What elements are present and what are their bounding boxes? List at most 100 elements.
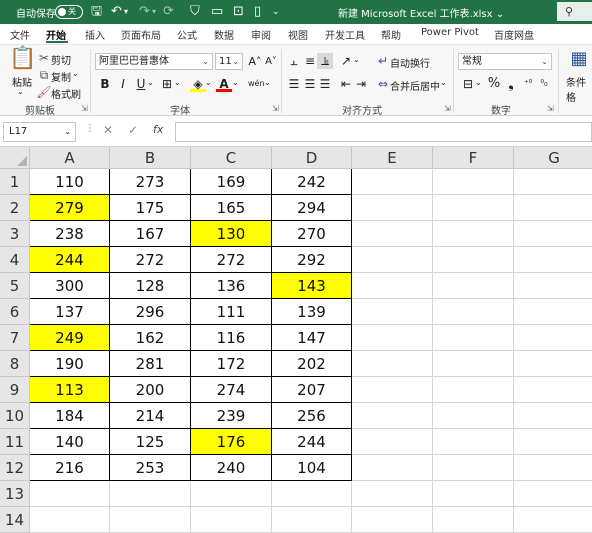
cell-e5[interactable] [352, 273, 433, 299]
cell-d5[interactable]: 143 [272, 273, 352, 299]
row-header-10[interactable]: 10 [0, 403, 30, 429]
cell-f10[interactable] [433, 403, 514, 429]
borders-icon[interactable]: ⊞ [159, 76, 175, 92]
cell-c11[interactable]: 176 [191, 429, 272, 455]
column-header-g[interactable]: G [514, 147, 592, 169]
align-center-icon[interactable]: ☰ [302, 76, 318, 92]
font-color-dropdown-icon[interactable]: ⌄ [232, 78, 239, 87]
cell-e8[interactable] [352, 351, 433, 377]
cell-a14[interactable] [30, 507, 110, 533]
font-color-icon[interactable]: A [216, 76, 232, 92]
cancel-icon[interactable]: ✕ [103, 123, 113, 137]
cell-g6[interactable] [514, 299, 592, 325]
cell-d10[interactable]: 256 [272, 403, 352, 429]
format-painter-icon[interactable]: 🖌 [36, 84, 52, 100]
cell-a3[interactable]: 238 [30, 221, 110, 247]
number-format-select[interactable]: 常规 ⌄ [458, 53, 552, 70]
increase-indent-icon[interactable]: ⇥ [353, 76, 369, 92]
cell-e9[interactable] [352, 377, 433, 403]
number-launcher-icon[interactable]: ⇲ [547, 104, 554, 113]
copy-dropdown-icon[interactable]: ⌄ [72, 69, 79, 78]
cell-e13[interactable] [352, 481, 433, 507]
cell-c10[interactable]: 239 [191, 403, 272, 429]
italic-button[interactable]: I [115, 76, 131, 92]
cell-d12[interactable]: 104 [272, 455, 352, 481]
cell-f6[interactable] [433, 299, 514, 325]
cell-c14[interactable] [191, 507, 272, 533]
merge-center-icon[interactable]: ⇔ [375, 76, 391, 92]
align-right-icon[interactable]: ☰ [317, 76, 333, 92]
bold-button[interactable]: B [97, 76, 113, 92]
alignment-launcher-icon[interactable]: ⇲ [444, 104, 451, 113]
cell-g14[interactable] [514, 507, 592, 533]
phonetic-icon[interactable]: wén [248, 76, 265, 92]
cell-d1[interactable]: 242 [272, 169, 352, 195]
redo-dropdown-icon[interactable]: ▾ [152, 3, 156, 21]
merge-dropdown-icon[interactable]: ⌄ [440, 78, 447, 87]
cell-b7[interactable]: 162 [110, 325, 191, 351]
wrap-text-button[interactable]: 自动换行 [390, 55, 430, 70]
cell-g3[interactable] [514, 221, 592, 247]
borders-dropdown-icon[interactable]: ⌄ [174, 78, 181, 87]
tab-help[interactable]: 帮助 [381, 27, 401, 42]
tab-developer[interactable]: 开发工具 [325, 27, 365, 42]
cell-c6[interactable]: 111 [191, 299, 272, 325]
cell-d6[interactable]: 139 [272, 299, 352, 325]
cell-d2[interactable]: 294 [272, 195, 352, 221]
page-icon[interactable]: ▯ [254, 3, 261, 21]
cell-f9[interactable] [433, 377, 514, 403]
cell-b13[interactable] [110, 481, 191, 507]
column-header-c[interactable]: C [191, 147, 272, 169]
align-top-icon[interactable]: ⫠ [286, 53, 302, 69]
cell-b14[interactable] [110, 507, 191, 533]
tab-baidu-netdisk[interactable]: 百度网盘 [494, 27, 534, 42]
row-header-1[interactable]: 1 [0, 169, 30, 195]
cell-a12[interactable]: 216 [30, 455, 110, 481]
cell-g7[interactable] [514, 325, 592, 351]
cell-b11[interactable]: 125 [110, 429, 191, 455]
underline-dropdown-icon[interactable]: ⌄ [147, 78, 154, 87]
cell-a4[interactable]: 244 [30, 247, 110, 273]
cut-button[interactable]: 剪切 [51, 52, 71, 67]
cell-f5[interactable] [433, 273, 514, 299]
orientation-icon[interactable]: ↗ [338, 53, 354, 69]
cell-a11[interactable]: 140 [30, 429, 110, 455]
cell-c7[interactable]: 116 [191, 325, 272, 351]
save-icon[interactable]: 🖫 [91, 3, 102, 21]
cell-b9[interactable]: 200 [110, 377, 191, 403]
cell-d9[interactable]: 207 [272, 377, 352, 403]
wrap-text-icon[interactable]: ↵ [375, 53, 391, 69]
cell-e2[interactable] [352, 195, 433, 221]
row-header-3[interactable]: 3 [0, 221, 30, 247]
cell-e7[interactable] [352, 325, 433, 351]
cell-g8[interactable] [514, 351, 592, 377]
column-header-b[interactable]: B [110, 147, 191, 169]
cell-e11[interactable] [352, 429, 433, 455]
cell-c13[interactable] [191, 481, 272, 507]
row-header-11[interactable]: 11 [0, 429, 30, 455]
cell-e4[interactable] [352, 247, 433, 273]
row-header-5[interactable]: 5 [0, 273, 30, 299]
cell-e14[interactable] [352, 507, 433, 533]
column-header-f[interactable]: F [433, 147, 514, 169]
align-middle-icon[interactable]: ≡ [302, 53, 318, 69]
cell-f14[interactable] [433, 507, 514, 533]
filter-icon[interactable]: ⛉ [190, 3, 200, 21]
select-all-button[interactable] [0, 147, 30, 169]
fill-color-icon[interactable]: ◈ [190, 76, 206, 92]
cell-d7[interactable]: 147 [272, 325, 352, 351]
cell-a10[interactable]: 184 [30, 403, 110, 429]
decrease-indent-icon[interactable]: ⇤ [338, 76, 354, 92]
cell-f2[interactable] [433, 195, 514, 221]
tab-review[interactable]: 审阅 [251, 27, 271, 42]
column-header-d[interactable]: D [272, 147, 352, 169]
repeat-icon[interactable]: ⟳ [163, 3, 174, 21]
font-size-select[interactable]: 11 ⌄ [215, 53, 243, 70]
cell-a7[interactable]: 249 [30, 325, 110, 351]
cell-b10[interactable]: 214 [110, 403, 191, 429]
tab-data[interactable]: 数据 [214, 27, 234, 42]
tab-insert[interactable]: 插入 [85, 27, 105, 42]
name-box[interactable]: L17 ⌄ [3, 122, 76, 142]
comma-style-icon[interactable]: ❟ [503, 76, 519, 92]
row-header-14[interactable]: 14 [0, 507, 30, 533]
